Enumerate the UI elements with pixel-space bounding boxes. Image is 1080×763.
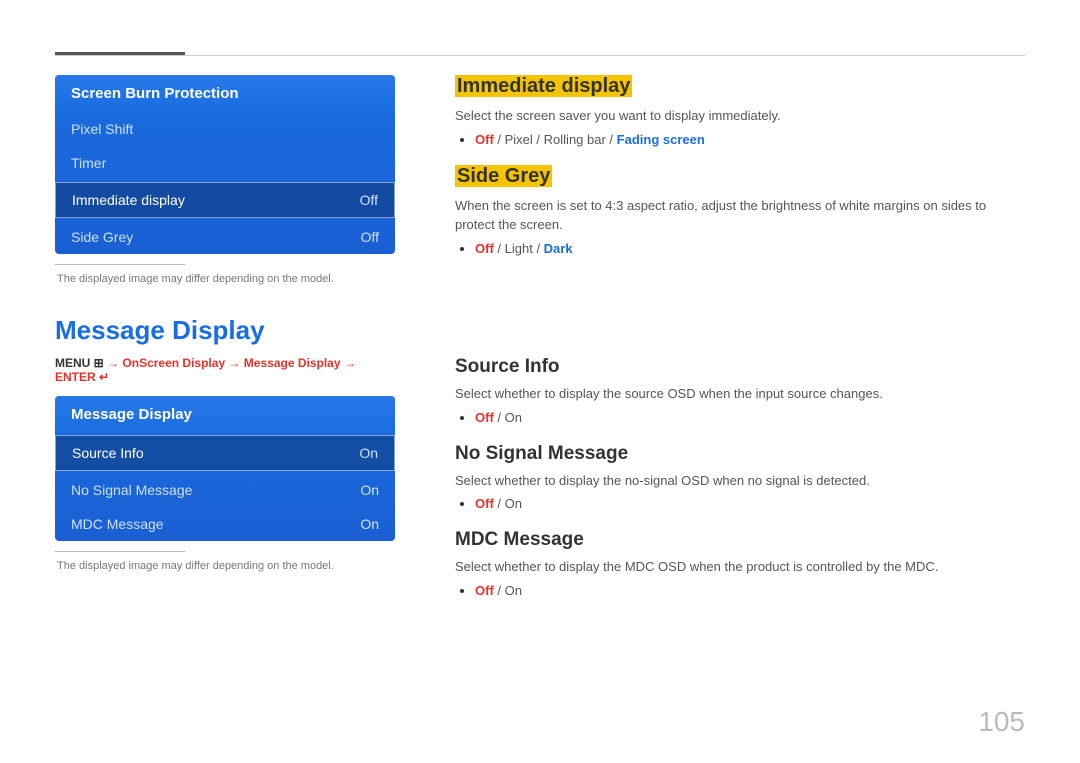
menu-item-label: Side Grey — [71, 229, 133, 245]
note-divider — [55, 264, 185, 265]
panel-header: Screen Burn Protection — [55, 75, 395, 112]
no-signal-section: No Signal Message Select whether to disp… — [455, 443, 1025, 512]
opt-highlight: Fading screen — [617, 132, 705, 147]
mdc-message-desc: Select whether to display the MDC OSD wh… — [455, 557, 1025, 577]
note-divider-2 — [55, 551, 185, 552]
message-display-right: Source Info Select whether to display th… — [455, 356, 1025, 616]
crumb-icon: ⊞ — [94, 356, 104, 370]
note-text: The displayed image may differ depending… — [55, 273, 395, 285]
menu-item-value: Off — [361, 229, 379, 245]
immediate-display-desc: Select the screen saver you want to disp… — [455, 106, 1025, 126]
panel-header: Message Display — [55, 396, 395, 433]
crumb-onscreen: OnScreen Display — [122, 356, 225, 370]
menu-item-source-info[interactable]: Source Info On — [55, 435, 395, 471]
immediate-display-title: Immediate display — [455, 75, 632, 97]
page-number: 105 — [978, 706, 1025, 738]
crumb-menu: MENU — [55, 356, 94, 370]
menu-item-timer[interactable]: Timer — [55, 146, 395, 180]
screen-burn-panel: Screen Burn Protection Pixel Shift Timer… — [55, 75, 395, 254]
opt-off: Off — [475, 132, 494, 147]
menu-item-label: Timer — [71, 155, 106, 171]
no-signal-desc: Select whether to display the no-signal … — [455, 471, 1025, 491]
screen-burn-panel-col: Screen Burn Protection Pixel Shift Timer… — [55, 75, 395, 285]
no-signal-title: No Signal Message — [455, 443, 1025, 465]
immediate-display-section: Immediate display Select the screen save… — [455, 75, 1025, 147]
source-info-section: Source Info Select whether to display th… — [455, 356, 1025, 425]
breadcrumb: MENU ⊞ → OnScreen Display → Message Disp… — [55, 356, 395, 384]
menu-item-value: Off — [360, 192, 378, 208]
source-info-options: Off / On — [455, 410, 1025, 425]
side-grey-section: Side Grey When the screen is set to 4:3 … — [455, 165, 1025, 256]
menu-item-label: No Signal Message — [71, 482, 192, 498]
top-divider — [55, 55, 1025, 56]
menu-item-immediate-display[interactable]: Immediate display Off — [55, 182, 395, 218]
opt-off: Off — [475, 241, 494, 256]
menu-item-pixel-shift[interactable]: Pixel Shift — [55, 112, 395, 146]
immediate-display-options: Off / Pixel / Rolling bar / Fading scree… — [455, 132, 1025, 147]
menu-item-value: On — [360, 516, 379, 532]
no-signal-options: Off / On — [455, 496, 1025, 511]
mdc-message-title: MDC Message — [455, 529, 1025, 551]
menu-item-side-grey[interactable]: Side Grey Off — [55, 220, 395, 254]
message-display-section: Message Display MENU ⊞ → OnScreen Displa… — [55, 315, 1025, 616]
message-display-panel: Message Display Source Info On No Signal… — [55, 396, 395, 541]
bottom-layout: MENU ⊞ → OnScreen Display → Message Disp… — [55, 356, 1025, 616]
source-info-title: Source Info — [455, 356, 1025, 378]
crumb-msgdisplay: Message Display — [244, 356, 341, 370]
side-grey-desc: When the screen is set to 4:3 aspect rat… — [455, 196, 1025, 235]
message-display-title: Message Display — [55, 315, 1025, 346]
menu-item-label: Immediate display — [72, 192, 185, 208]
message-display-left: MENU ⊞ → OnScreen Display → Message Disp… — [55, 356, 395, 616]
upper-section: Screen Burn Protection Pixel Shift Timer… — [55, 75, 1025, 285]
menu-item-label: MDC Message — [71, 516, 164, 532]
menu-item-no-signal[interactable]: No Signal Message On — [55, 473, 395, 507]
note-text-2: The displayed image may differ depending… — [55, 560, 395, 572]
opt-highlight: Dark — [544, 241, 573, 256]
mdc-message-section: MDC Message Select whether to display th… — [455, 529, 1025, 598]
crumb-arrow2: → — [225, 356, 244, 370]
menu-item-value: On — [360, 482, 379, 498]
page-container: Screen Burn Protection Pixel Shift Timer… — [0, 0, 1080, 763]
menu-item-label: Source Info — [72, 445, 144, 461]
crumb-arrow1: → — [104, 356, 123, 370]
side-grey-title: Side Grey — [455, 165, 552, 187]
source-info-desc: Select whether to display the source OSD… — [455, 384, 1025, 404]
side-grey-options: Off / Light / Dark — [455, 241, 1025, 256]
screen-burn-descriptions: Immediate display Select the screen save… — [455, 75, 1025, 285]
menu-item-label: Pixel Shift — [71, 121, 133, 137]
menu-item-mdc-message[interactable]: MDC Message On — [55, 507, 395, 541]
mdc-message-options: Off / On — [455, 583, 1025, 598]
menu-item-value: On — [359, 445, 378, 461]
